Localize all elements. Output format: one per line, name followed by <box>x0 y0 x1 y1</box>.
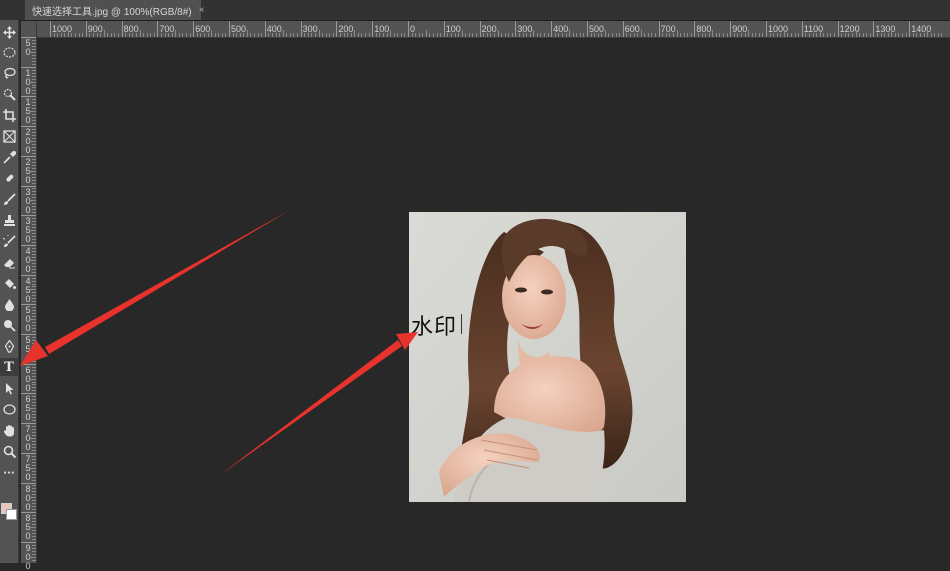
background-color-swatch[interactable] <box>6 509 17 520</box>
annotation-overlay <box>20 210 418 475</box>
annotation-arrow-to-type-tool <box>45 210 290 354</box>
annotation-arrow-to-watermark <box>220 340 402 475</box>
annotation-arrow-head-type-tool <box>20 340 48 366</box>
